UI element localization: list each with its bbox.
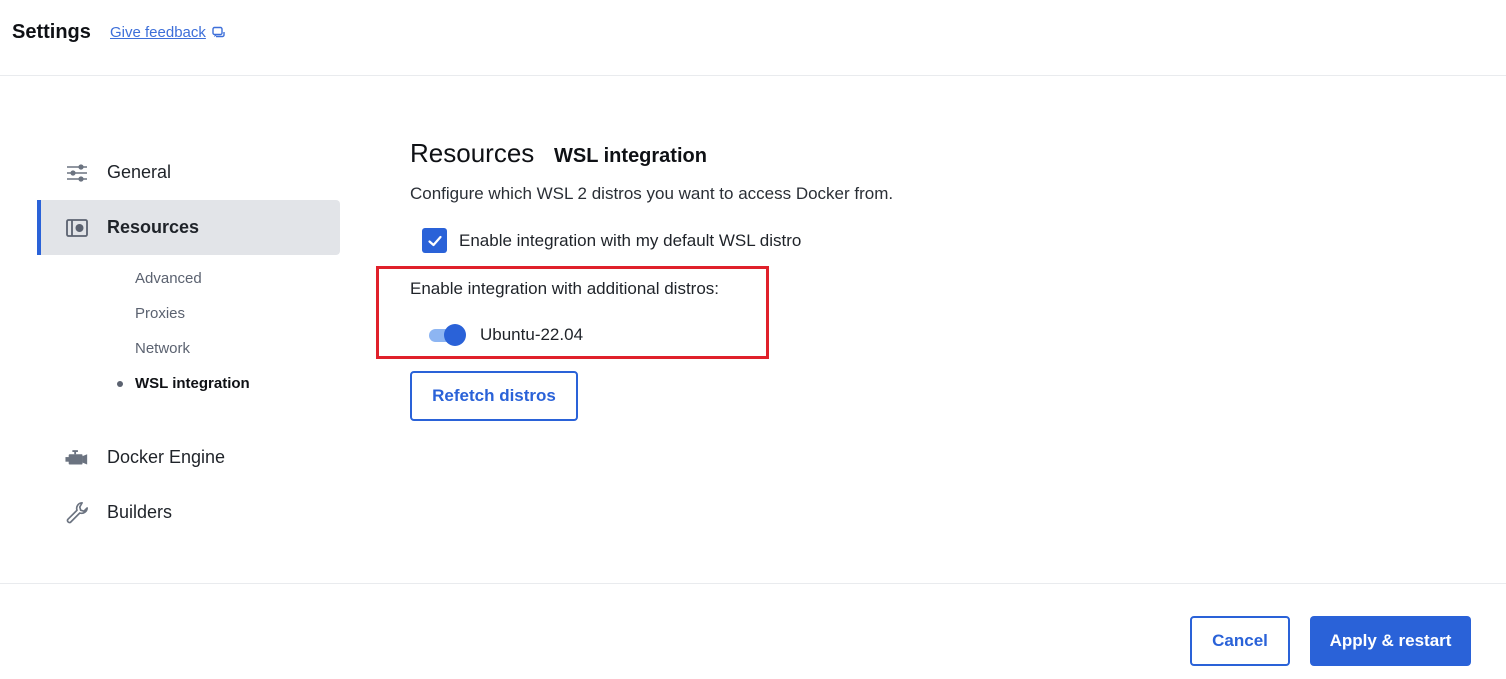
cancel-button[interactable]: Cancel (1190, 616, 1290, 666)
default-distro-checkbox[interactable] (422, 228, 447, 253)
toggle-thumb (444, 324, 466, 346)
give-feedback-link[interactable]: Give feedback (110, 24, 226, 41)
section-subtitle: WSL integration (554, 145, 707, 167)
distro-toggle[interactable] (429, 324, 466, 346)
sidebar-subitem-proxies[interactable]: Proxies (135, 305, 185, 322)
active-bullet-icon (117, 381, 123, 387)
feedback-icon (212, 26, 225, 37)
sidebar: General Resources Advanced Proxies Netwo… (37, 145, 340, 540)
apply-restart-button[interactable]: Apply & restart (1310, 616, 1471, 666)
resources-submenu: Advanced Proxies Network WSL integration (37, 255, 340, 430)
distro-row: Ubuntu-22.04 (429, 324, 583, 346)
section-description: Configure which WSL 2 distros you want t… (410, 184, 894, 203)
default-distro-row: Enable integration with my default WSL d… (422, 228, 801, 253)
settings-page: Settings Give feedback General Resources… (0, 0, 1506, 679)
sidebar-subitem-wsl-integration[interactable]: WSL integration (135, 375, 250, 392)
sidebar-subitem-network[interactable]: Network (135, 340, 190, 357)
wrench-icon (65, 501, 89, 525)
checkmark-icon (427, 235, 442, 246)
additional-distros-label: Enable integration with additional distr… (410, 279, 720, 298)
page-title: Settings (12, 21, 91, 43)
sidebar-item-label: Docker Engine (107, 447, 226, 467)
distro-name: Ubuntu-22.04 (480, 325, 584, 344)
sidebar-item-label: General (107, 162, 172, 182)
sidebar-subitem-advanced[interactable]: Advanced (135, 270, 202, 287)
header: Settings Give feedback (0, 0, 1506, 76)
sidebar-item-resources[interactable]: Resources (37, 200, 340, 255)
sidebar-item-label: Builders (107, 502, 173, 522)
resources-icon (65, 216, 89, 240)
refetch-distros-button[interactable]: Refetch distros (410, 371, 578, 421)
sliders-icon (65, 161, 89, 185)
sidebar-item-builders[interactable]: Builders (37, 485, 340, 540)
footer: Cancel Apply & restart (0, 583, 1506, 679)
give-feedback-label[interactable]: Give feedback (110, 24, 206, 41)
sidebar-item-docker-engine[interactable]: Docker Engine (37, 430, 340, 485)
engine-icon (65, 446, 89, 470)
section-title: Resources (410, 138, 535, 168)
default-distro-label[interactable]: Enable integration with my default WSL d… (459, 231, 801, 251)
sidebar-item-general[interactable]: General (37, 145, 340, 200)
sidebar-item-label: Resources (107, 217, 200, 237)
